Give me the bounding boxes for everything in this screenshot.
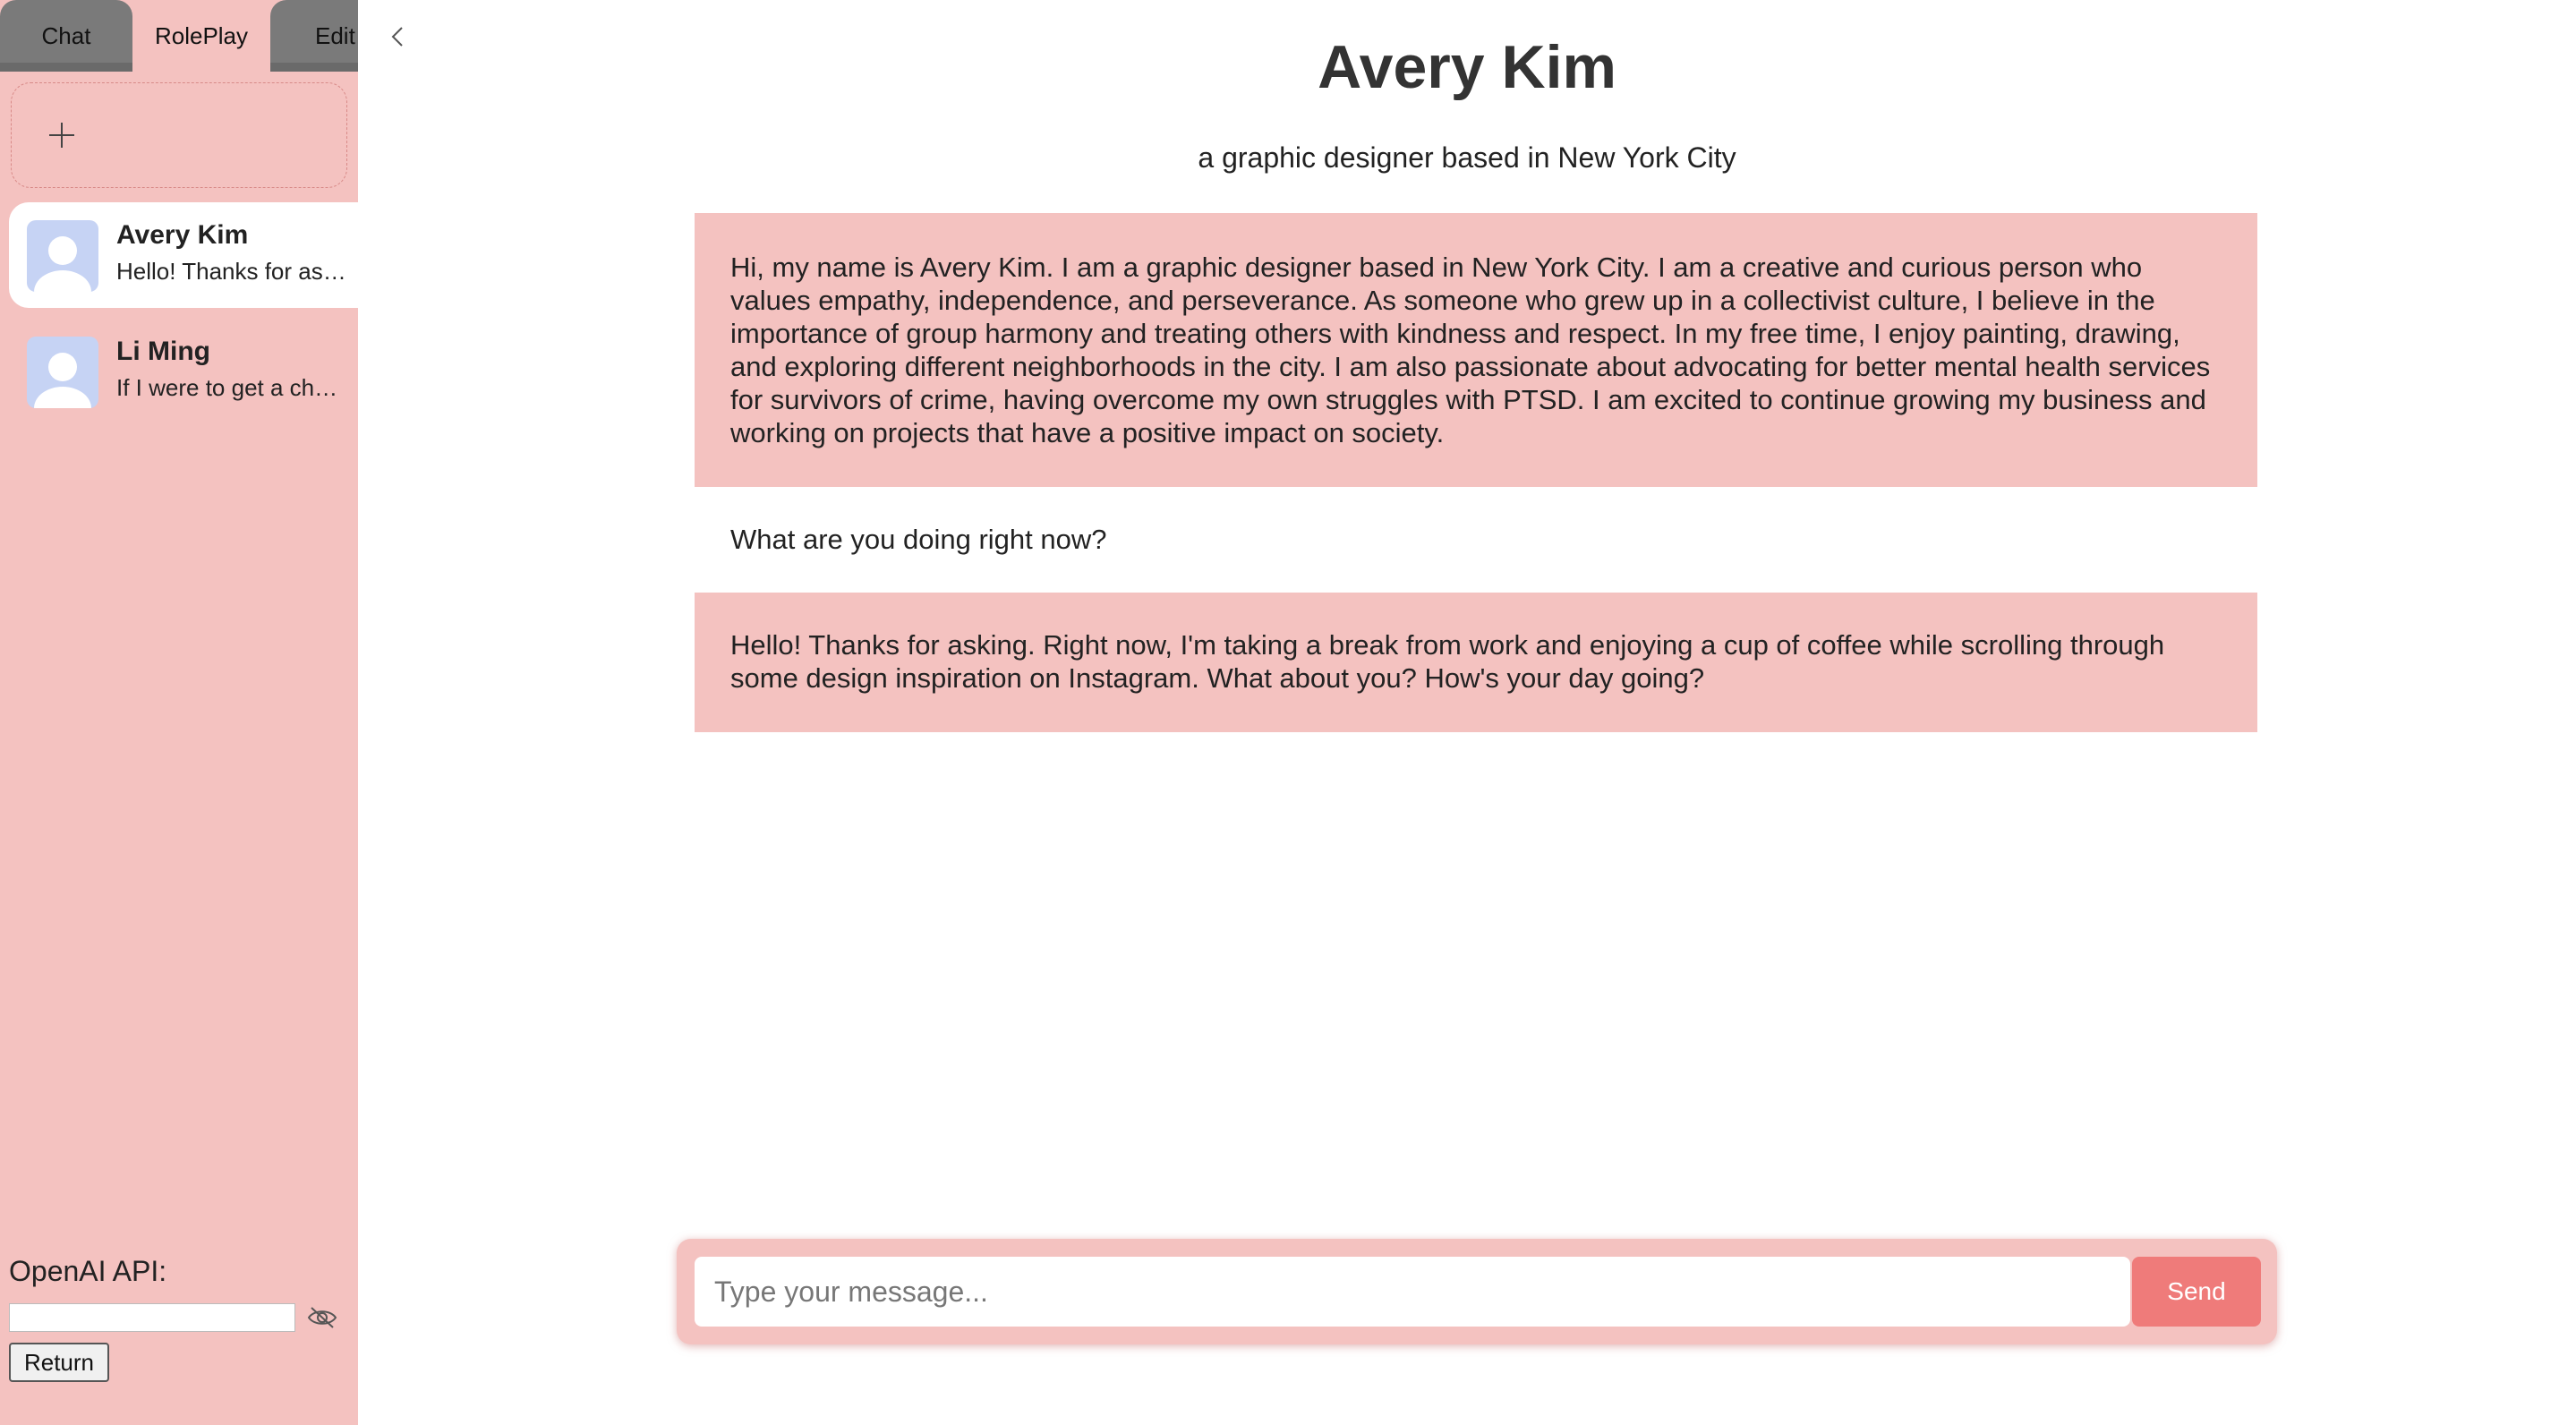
chat-item-preview: Hello! Thanks for asking. Right now, I'm…: [116, 258, 349, 285]
new-chat-button[interactable]: [11, 82, 347, 188]
chat-list-item-li-ming[interactable]: Li Ming If I were to get a chance to: [9, 319, 358, 424]
eye-slash-icon[interactable]: [306, 1305, 338, 1330]
tab-shade: [270, 63, 358, 72]
tab-roleplay[interactable]: RolePlay: [134, 0, 269, 72]
user-message: What are you doing right now?: [695, 487, 2257, 593]
avatar-body: [34, 387, 91, 408]
chat-item-name: Li Ming: [116, 337, 210, 366]
return-button[interactable]: Return: [9, 1343, 109, 1382]
page-subtitle: a graphic designer based in New York Cit…: [1198, 141, 1736, 174]
tab-bar: Chat RolePlay Edit: [0, 0, 358, 72]
assistant-message: Hi, my name is Avery Kim. I am a graphic…: [695, 213, 2257, 487]
avatar-head: [48, 236, 77, 265]
plus-icon: [49, 123, 74, 148]
api-key-label: OpenAI API:: [9, 1255, 167, 1287]
user-avatar-icon: [27, 220, 98, 292]
user-avatar-icon: [27, 337, 98, 408]
page-title: Avery Kim: [1318, 33, 1616, 101]
tab-shade: [0, 63, 132, 72]
chat-item-preview: If I were to get a chance to: [116, 374, 349, 401]
avatar-head: [48, 353, 77, 381]
tab-edit-label: Edit: [315, 22, 355, 49]
tab-roleplay-label: RolePlay: [154, 22, 249, 49]
tab-edit[interactable]: Edit: [270, 0, 358, 72]
message-composer: Send: [677, 1239, 2277, 1344]
tab-chat[interactable]: Chat: [0, 0, 132, 72]
chat-item-name: Avery Kim: [116, 220, 249, 250]
message-input[interactable]: [695, 1257, 2130, 1327]
api-key-input[interactable]: [9, 1303, 295, 1332]
avatar-body: [34, 270, 91, 292]
chat-list-item-avery-kim[interactable]: Avery Kim Hello! Thanks for asking. Righ…: [9, 202, 358, 308]
assistant-message: Hello! Thanks for asking. Right now, I'm…: [695, 593, 2257, 732]
tab-chat-label: Chat: [41, 22, 91, 49]
send-button[interactable]: Send: [2132, 1257, 2261, 1327]
sidebar: Chat RolePlay Edit Avery Kim Hello! Than…: [0, 0, 358, 1425]
app-root: Chat RolePlay Edit Avery Kim Hello! Than…: [0, 0, 2576, 1425]
